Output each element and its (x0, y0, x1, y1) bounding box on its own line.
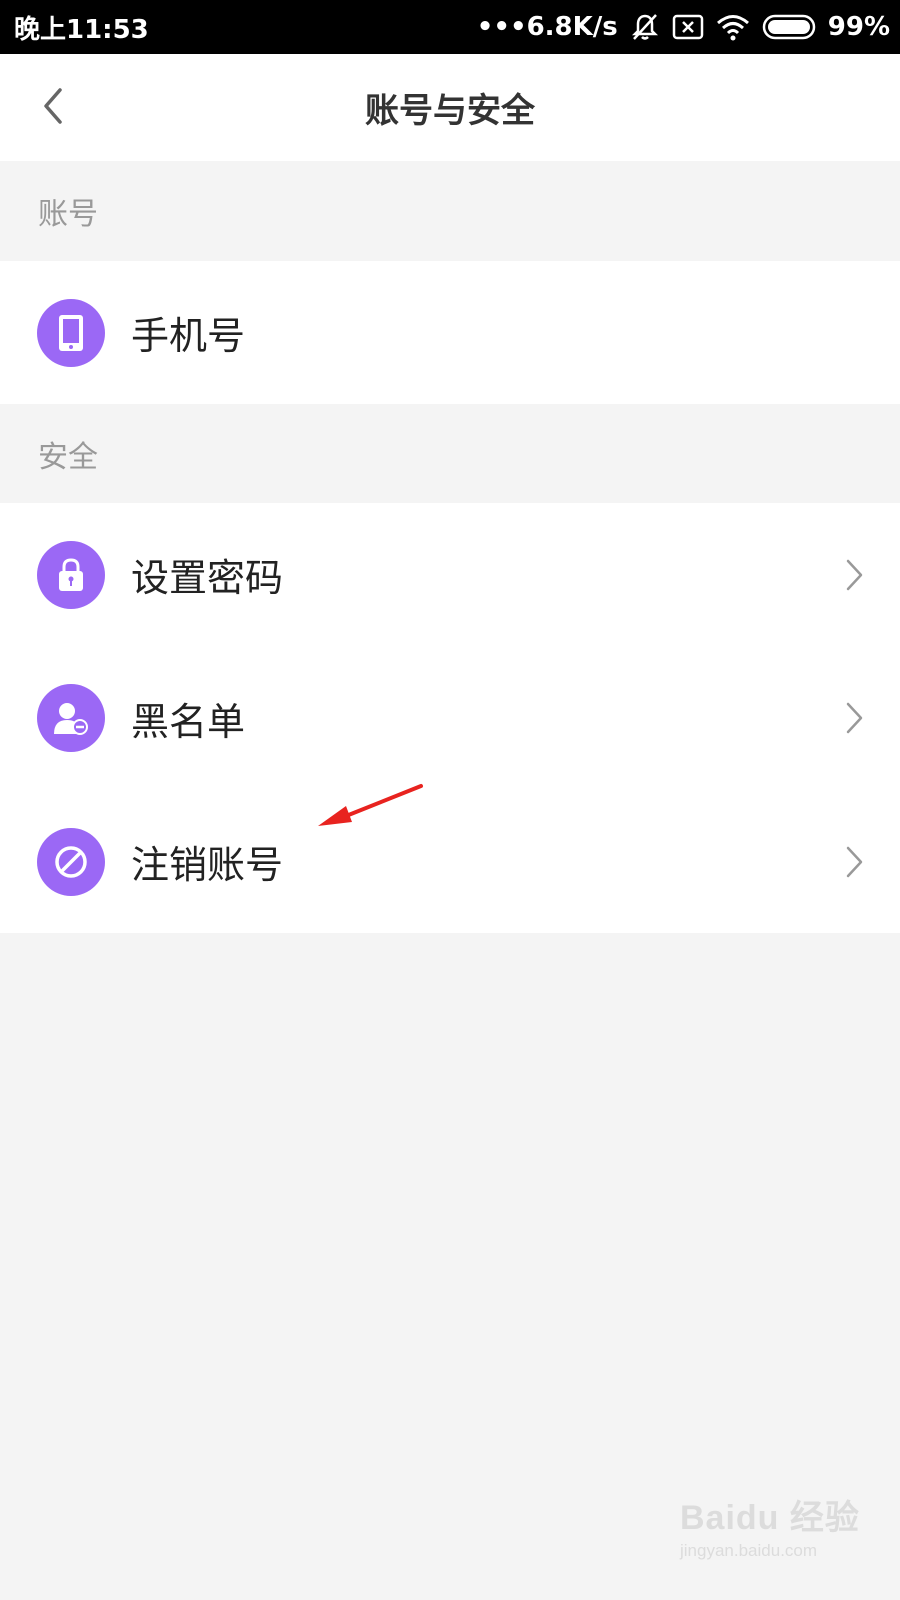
list-item-label: 手机号 (131, 314, 246, 358)
list-item-blacklist[interactable]: 黑名单 (0, 646, 900, 790)
network-speed: •••6.8K/s (476, 12, 618, 42)
sim-x-icon (672, 14, 704, 40)
chevron-right-icon (842, 698, 866, 738)
annotation-arrow (316, 780, 426, 834)
list-item-phone[interactable]: 手机号 (0, 261, 900, 404)
watermark-url: jingyan.baidu.com (680, 1541, 818, 1560)
chevron-left-icon (38, 86, 68, 130)
section-header-security: 安全 (0, 404, 900, 503)
list-item-set-password[interactable]: 设置密码 (0, 503, 900, 646)
back-button[interactable] (26, 80, 80, 136)
battery-icon (762, 13, 816, 41)
nav-bar: 账号与安全 (0, 54, 900, 161)
status-icons: •••6.8K/s 99% (477, 12, 890, 42)
list-item-label: 设置密码 (131, 556, 284, 600)
wifi-icon (716, 13, 750, 41)
watermark: Baidu 经验 jingyan.baidu.com (680, 1490, 880, 1580)
list-item-delete-account[interactable]: 注销账号 (0, 790, 900, 933)
chevron-right-icon (842, 555, 866, 595)
security-group: 设置密码 黑名单 注销账号 (0, 503, 900, 933)
status-time: 晚上11:53 (14, 14, 149, 45)
list-item-label: 注销账号 (131, 843, 284, 887)
ban-icon (37, 827, 105, 896)
chevron-right-icon (842, 842, 866, 882)
battery-percent: 99% (827, 12, 890, 42)
watermark-logo: Baidu 经验 (680, 1499, 860, 1537)
bell-off-icon (630, 12, 660, 42)
lock-icon (37, 540, 105, 609)
user-block-icon (37, 684, 105, 752)
account-group: 手机号 (0, 261, 900, 404)
phone-icon (37, 298, 105, 367)
section-header-account: 账号 (0, 161, 900, 261)
page-title: 账号与安全 (365, 91, 535, 131)
status-bar: 晚上11:53 •••6.8K/s 99% (0, 0, 900, 54)
list-item-label: 黑名单 (131, 699, 246, 744)
